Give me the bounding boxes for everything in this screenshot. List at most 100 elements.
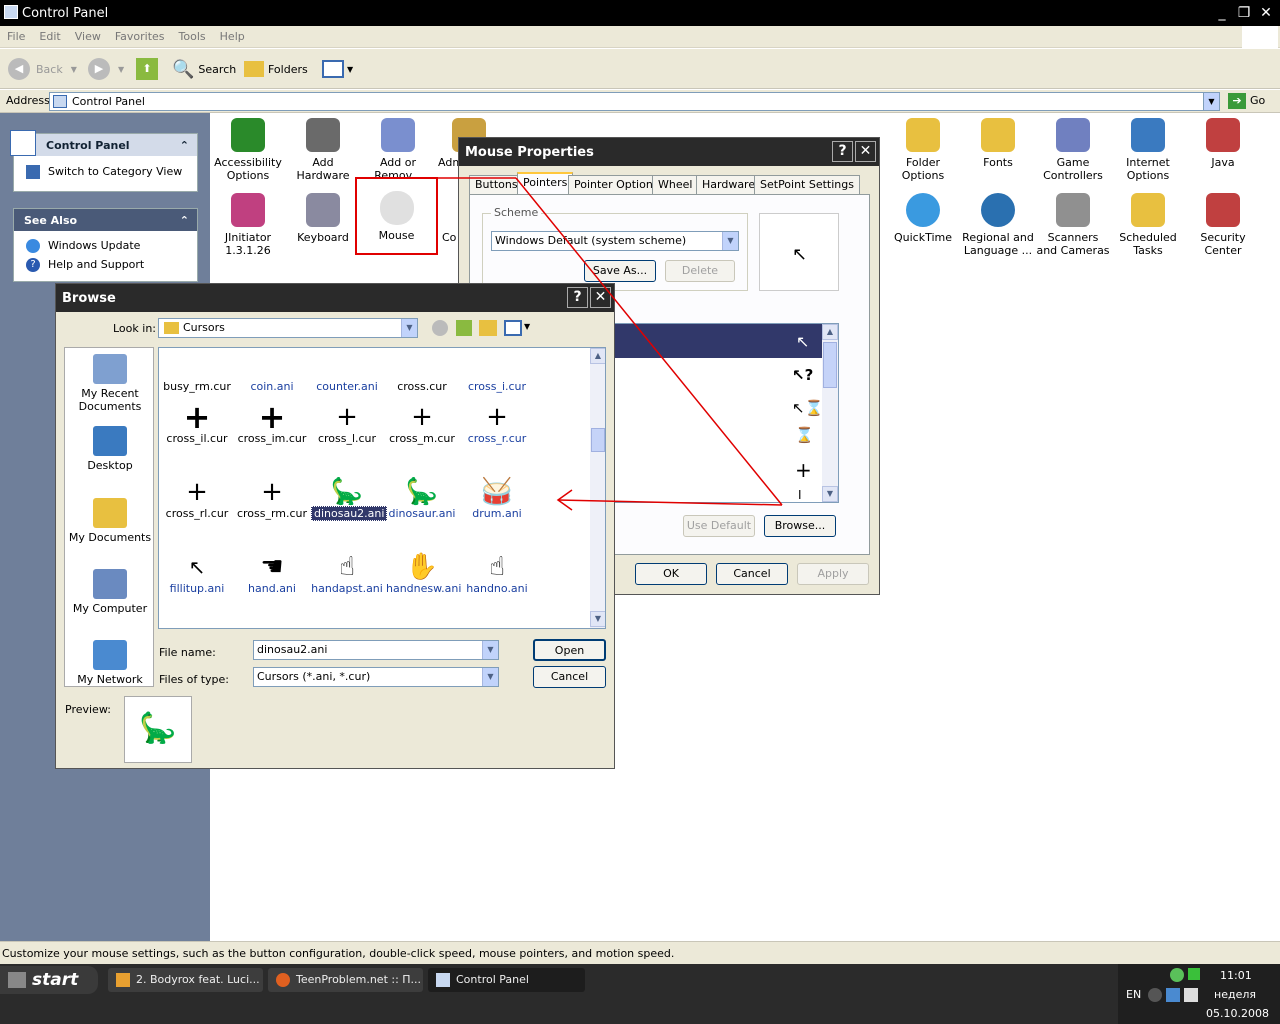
- scheduled-tasks-item[interactable]: Scheduled Tasks: [1111, 193, 1185, 257]
- cancel-button[interactable]: Cancel: [716, 563, 788, 585]
- menu-edit[interactable]: Edit: [32, 26, 67, 47]
- taskbar-button-control-panel[interactable]: Control Panel: [428, 968, 585, 992]
- security-center-item[interactable]: Security Center: [1186, 193, 1260, 257]
- tab-pointer-options[interactable]: Pointer Options: [568, 175, 665, 194]
- up-one-level-icon[interactable]: [456, 320, 472, 336]
- back-icon[interactable]: [432, 320, 448, 336]
- keyboard-item[interactable]: Keyboard: [286, 193, 360, 244]
- chevron-down-icon[interactable]: ▼: [347, 65, 353, 74]
- file-item[interactable]: + cross_im.cur: [236, 401, 308, 445]
- file-list-scrollbar[interactable]: ▲ ▼: [590, 348, 605, 628]
- tray-shield-icon[interactable]: [1170, 968, 1184, 982]
- save-as-button[interactable]: Save As...: [584, 260, 656, 282]
- file-item[interactable]: + cross_rl.cur: [161, 477, 233, 520]
- place-desktop[interactable]: Desktop: [65, 426, 155, 472]
- folders-button[interactable]: Folders: [244, 55, 308, 83]
- file-item[interactable]: cross.cur: [386, 350, 458, 393]
- apply-button[interactable]: Apply: [797, 563, 869, 585]
- file-item[interactable]: ☚ hand.ani: [236, 552, 308, 595]
- collapse-icon[interactable]: ⌃: [180, 214, 189, 227]
- tab-setpoint-settings[interactable]: SetPoint Settings: [754, 175, 860, 194]
- windows-update-link[interactable]: Windows Update: [14, 236, 197, 255]
- scroll-up-arrow[interactable]: ▲: [822, 324, 838, 340]
- scanners-cameras-item[interactable]: Scanners and Cameras: [1036, 193, 1110, 257]
- tray-chevron-icon[interactable]: [1148, 988, 1162, 1002]
- switch-category-view-link[interactable]: Switch to Category View: [14, 162, 197, 181]
- file-item[interactable]: ☝ handapst.ani: [311, 552, 383, 595]
- chevron-down-icon[interactable]: ▼: [71, 65, 77, 74]
- folder-options-item[interactable]: Folder Options: [886, 118, 960, 182]
- tab-wheel[interactable]: Wheel: [652, 175, 699, 194]
- menu-help[interactable]: Help: [213, 26, 252, 47]
- cancel-button[interactable]: Cancel: [533, 666, 606, 688]
- help-support-link[interactable]: ? Help and Support: [14, 255, 197, 274]
- address-input[interactable]: Control Panel: [49, 92, 1204, 111]
- tray-flag-icon[interactable]: [1188, 968, 1200, 980]
- taskbar-button-music[interactable]: 2. Bodyrox feat. Luci...: [108, 968, 263, 992]
- help-button[interactable]: ?: [567, 287, 588, 308]
- menu-view[interactable]: View: [68, 26, 108, 47]
- delete-button[interactable]: Delete: [665, 260, 735, 282]
- close-button[interactable]: ✕: [855, 141, 876, 162]
- start-button[interactable]: start: [0, 966, 98, 994]
- add-remove-programs-item[interactable]: Add or Remov...: [361, 118, 435, 182]
- file-item[interactable]: counter.ani: [311, 350, 383, 393]
- file-item[interactable]: + cross_il.cur: [161, 401, 233, 445]
- help-button[interactable]: ?: [832, 141, 853, 162]
- fonts-item[interactable]: Fonts: [961, 118, 1035, 169]
- close-button[interactable]: ✕: [590, 287, 611, 308]
- up-folder-button[interactable]: ⬆: [136, 55, 158, 83]
- scrollbar-thumb[interactable]: [823, 342, 837, 388]
- use-default-button[interactable]: Use Default: [683, 515, 755, 537]
- file-item[interactable]: cross_i.cur: [461, 350, 533, 393]
- back-button[interactable]: ◀ Back ▼: [8, 55, 77, 83]
- jinitiator-item[interactable]: JInitiator 1.3.1.26: [211, 193, 285, 257]
- accessibility-options-item[interactable]: Accessibility Options: [211, 118, 285, 182]
- maximize-button[interactable]: ❐: [1234, 3, 1254, 23]
- control-panel-section-header[interactable]: Control Panel ⌃: [10, 130, 197, 156]
- internet-options-item[interactable]: Internet Options: [1111, 118, 1185, 182]
- game-controllers-item[interactable]: Game Controllers: [1036, 118, 1110, 182]
- scheme-dropdown[interactable]: Windows Default (system scheme) ▼: [491, 231, 739, 251]
- file-item[interactable]: + cross_m.cur: [386, 402, 458, 445]
- chevron-down-icon[interactable]: ▼: [482, 641, 498, 659]
- menu-favorites[interactable]: Favorites: [108, 26, 172, 47]
- file-item[interactable]: + cross_rm.cur: [236, 477, 308, 520]
- file-item[interactable]: coin.ani: [236, 350, 308, 393]
- place-my-network[interactable]: My Network: [65, 640, 155, 686]
- quicktime-item[interactable]: QuickTime: [886, 193, 960, 244]
- scrollbar-thumb[interactable]: [591, 428, 605, 452]
- ok-button[interactable]: OK: [635, 563, 707, 585]
- clock-time[interactable]: 11:01: [1220, 969, 1252, 982]
- language-indicator[interactable]: EN: [1126, 988, 1141, 1001]
- place-recent-documents[interactable]: My Recent Documents: [65, 354, 155, 413]
- file-item[interactable]: ↖ fillitup.ani: [161, 552, 233, 595]
- open-button[interactable]: Open: [533, 639, 606, 661]
- taskbar-button-browser[interactable]: TeenProblem.net :: П...: [268, 968, 423, 992]
- scroll-down-arrow[interactable]: ▼: [590, 611, 605, 627]
- java-item[interactable]: Java: [1186, 118, 1260, 169]
- tab-buttons[interactable]: Buttons: [469, 175, 524, 194]
- tray-network-icon[interactable]: [1166, 988, 1180, 1002]
- chevron-down-icon[interactable]: ▼: [401, 319, 417, 337]
- file-item[interactable]: 🦕 dinosaur.ani: [386, 477, 458, 520]
- scroll-down-arrow[interactable]: ▼: [822, 486, 838, 502]
- file-item[interactable]: busy_rm.cur: [161, 350, 233, 393]
- chevron-down-icon[interactable]: ▼: [482, 668, 498, 686]
- go-label[interactable]: Go: [1250, 94, 1265, 107]
- collapse-icon[interactable]: ⌃: [180, 139, 189, 152]
- pointer-list-scrollbar[interactable]: ▲ ▼: [822, 324, 838, 502]
- browse-button[interactable]: Browse...: [764, 515, 836, 537]
- file-item[interactable]: 🥁 drum.ani: [461, 477, 533, 520]
- file-item[interactable]: ✋ handnesw.ani: [386, 552, 461, 595]
- chevron-down-icon[interactable]: ▼: [722, 232, 738, 250]
- files-of-type-dropdown[interactable]: Cursors (*.ani, *.cur) ▼: [253, 667, 499, 687]
- minimize-button[interactable]: _: [1212, 3, 1232, 23]
- view-menu-icon[interactable]: [504, 320, 522, 336]
- go-arrow-icon[interactable]: ➔: [1228, 93, 1246, 109]
- see-also-header[interactable]: See Also ⌃: [14, 209, 197, 231]
- new-folder-icon[interactable]: [479, 320, 497, 336]
- place-my-documents[interactable]: My Documents: [65, 498, 155, 544]
- file-name-input[interactable]: dinosau2.ani ▼: [253, 640, 499, 660]
- views-button[interactable]: ▼: [322, 55, 353, 83]
